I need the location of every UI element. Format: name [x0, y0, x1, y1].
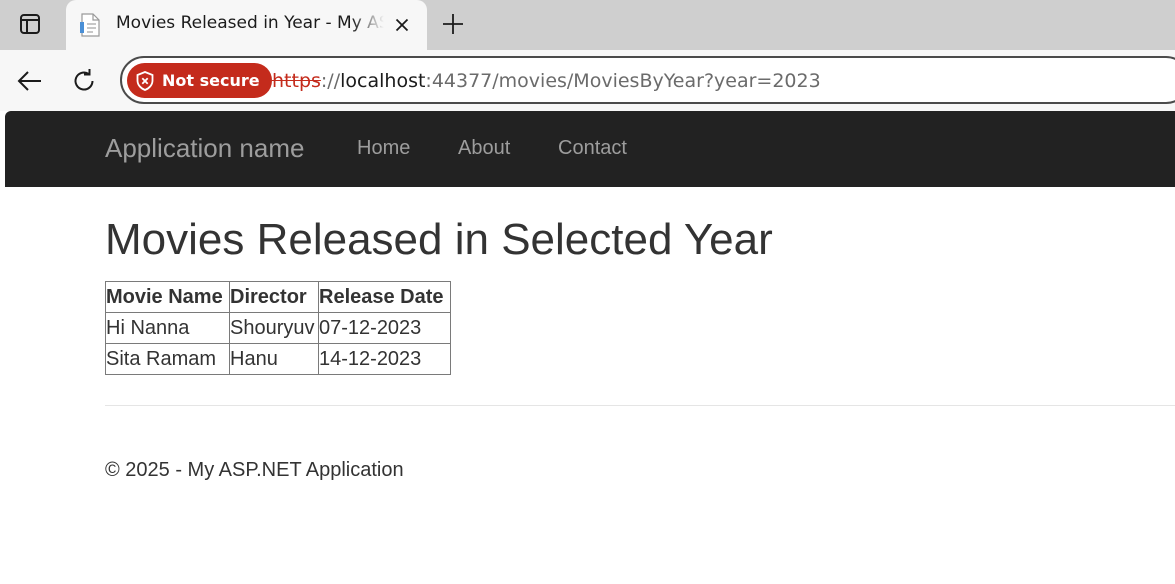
- cell-movie-name: Sita Ramam: [105, 343, 230, 375]
- page-icon: [80, 13, 100, 37]
- nav-home-link[interactable]: Home: [357, 137, 410, 160]
- tab-actions-icon: [20, 14, 40, 34]
- table-row: Sita Ramam Hanu 14-12-2023: [105, 343, 451, 375]
- cell-release-date: 14-12-2023: [318, 343, 451, 375]
- tab-close-button[interactable]: [388, 11, 416, 39]
- reload-icon: [74, 69, 94, 91]
- nav-about-link[interactable]: About: [458, 137, 510, 160]
- table-header-row: Movie Name Director Release Date: [105, 281, 451, 313]
- brand-link[interactable]: Application name: [105, 133, 304, 164]
- site-info-button[interactable]: Not secure: [127, 63, 272, 98]
- url-host: localhost: [340, 70, 426, 92]
- tab-title: Movies Released in Year - My ASP.NET App…: [116, 13, 384, 33]
- reload-button[interactable]: [65, 62, 103, 100]
- cell-director: Shouryuv: [229, 312, 319, 344]
- url-text[interactable]: https://localhost:44377/movies/MoviesByY…: [272, 69, 821, 93]
- cell-release-date: 07-12-2023: [318, 312, 451, 344]
- table-row: Hi Nanna Shouryuv 07-12-2023: [105, 312, 451, 344]
- address-bar[interactable]: Not secure https://localhost:44377/movie…: [120, 56, 1175, 104]
- page-title: Movies Released in Selected Year: [105, 215, 773, 264]
- header-movie-name: Movie Name: [105, 281, 230, 313]
- site-navbar: Application name Home About Contact: [5, 111, 1175, 187]
- footer-copyright: © 2025 - My ASP.NET Application: [105, 459, 404, 481]
- not-secure-label: Not secure: [162, 71, 260, 90]
- header-release-date: Release Date: [318, 281, 451, 313]
- tab-actions-button[interactable]: [10, 6, 50, 42]
- tab-strip: Movies Released in Year - My ASP.NET App…: [0, 0, 1175, 50]
- back-button[interactable]: [11, 62, 49, 100]
- cell-director: Hanu: [229, 343, 319, 375]
- close-icon: [395, 18, 409, 32]
- url-scheme: https: [272, 70, 321, 92]
- nav-contact-link[interactable]: Contact: [558, 137, 627, 160]
- footer-divider: [105, 405, 1175, 406]
- plus-icon: [443, 14, 463, 34]
- url-path: :44377/movies/MoviesByYear?year=2023: [425, 70, 821, 92]
- shield-warning-icon: [136, 70, 154, 91]
- movies-table: Movie Name Director Release Date Hi Nann…: [105, 281, 451, 375]
- browser-toolbar: Not secure https://localhost:44377/movie…: [0, 50, 1175, 111]
- url-separator: ://: [320, 70, 341, 92]
- back-arrow-icon: [17, 71, 41, 91]
- page-viewport: Application name Home About Contact Movi…: [5, 111, 1175, 584]
- cell-movie-name: Hi Nanna: [105, 312, 230, 344]
- new-tab-button[interactable]: [436, 7, 470, 41]
- active-tab[interactable]: Movies Released in Year - My ASP.NET App…: [66, 0, 427, 50]
- header-director: Director: [229, 281, 319, 313]
